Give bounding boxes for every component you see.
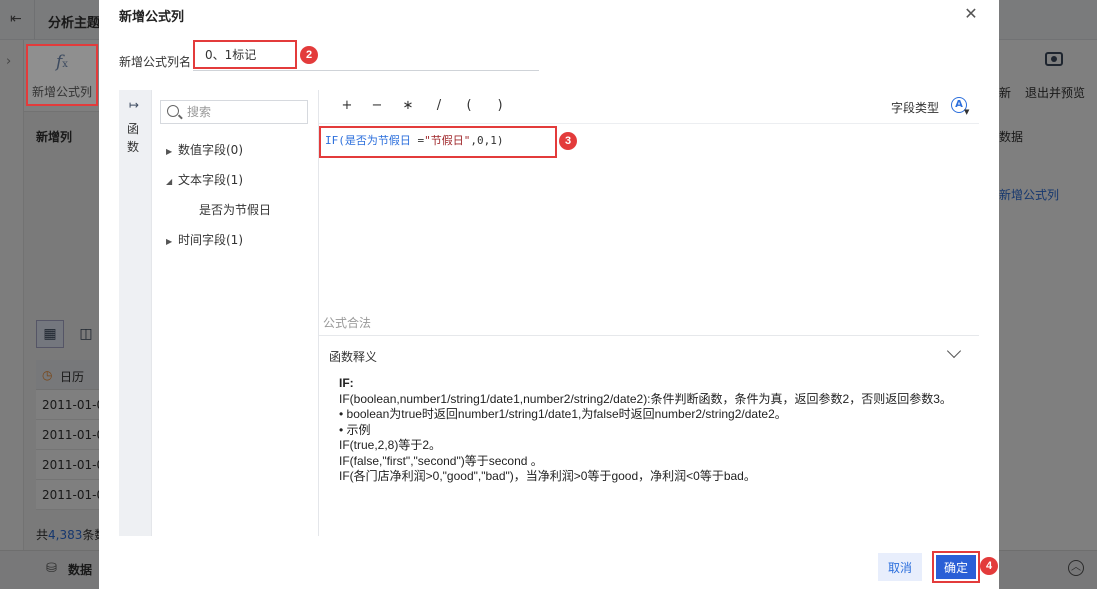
- dialog-title: 新增公式列: [119, 10, 185, 25]
- formula-string: "节假日": [424, 134, 471, 147]
- formula-input[interactable]: IF(是否为节假日 ="节假日",0,1): [319, 126, 557, 158]
- operator-left-paren[interactable]: (: [461, 98, 477, 113]
- formula-function: IF(: [325, 134, 345, 147]
- function-tab[interactable]: ↦ 函数: [119, 90, 152, 536]
- ok-button-highlight: 确定: [932, 551, 980, 583]
- collapsed-triangle-icon: ▶: [166, 147, 173, 156]
- operator-minus[interactable]: −: [369, 98, 385, 113]
- new-formula-column-label: 新增公式列: [31, 85, 92, 99]
- function-desc-body: IF: IF(boolean,number1/string1/date1,num…: [339, 376, 969, 485]
- formula-rest: ,0,1): [470, 134, 504, 147]
- new-formula-column-button[interactable]: fx 新增公式列: [26, 44, 98, 106]
- operator-bar: + − ∗ / ( ) 字段类型 A ▼: [319, 90, 979, 124]
- field-search[interactable]: [160, 100, 308, 124]
- function-tab-label: 函数: [127, 122, 140, 154]
- desc-line: IF:: [339, 376, 354, 390]
- operator-multiply[interactable]: ∗: [400, 98, 416, 113]
- collapsed-triangle-icon: ▶: [166, 237, 173, 246]
- desc-line: IF(false,"first","second")等于second 。: [339, 453, 543, 468]
- desc-line: IF(boolean,number1/string1/date1,number2…: [339, 391, 952, 406]
- ok-button[interactable]: 确定: [936, 555, 976, 579]
- close-icon[interactable]: ✕: [961, 4, 981, 24]
- callout-3: 3: [559, 132, 577, 150]
- operator-right-paren[interactable]: ): [492, 98, 508, 113]
- formula-panel: + − ∗ / ( ) 字段类型 A ▼ IF(是否为节假日 ="节假日",0,…: [318, 90, 979, 536]
- field-type-label: 字段类型: [891, 101, 940, 115]
- operator-divide[interactable]: /: [431, 98, 447, 113]
- callout-2: 2: [300, 46, 318, 64]
- search-icon: [167, 105, 179, 117]
- search-input[interactable]: [187, 103, 305, 121]
- callout-4: 4: [980, 557, 998, 575]
- formula-field: 是否为节假日: [344, 134, 411, 147]
- caret-down-icon[interactable]: ▼: [964, 108, 969, 116]
- expanded-triangle-icon: ◢: [166, 177, 173, 186]
- desc-line: IF(各门店净利润>0,"good","bad")，当净利润>0等于good，净…: [339, 469, 756, 483]
- desc-line: • 示例: [339, 422, 371, 437]
- field-is-holiday[interactable]: 是否为节假日: [199, 201, 271, 218]
- field-panel: ▶ 数值字段(0) ◢ 文本字段(1) 是否为节假日 ▶ 时间字段(1): [152, 90, 318, 536]
- column-name-input[interactable]: [193, 40, 297, 69]
- tree-node-text[interactable]: ◢ 文本字段(1): [166, 171, 243, 188]
- tree-node-label: 时间字段(1): [178, 233, 243, 247]
- tree-node-numeric[interactable]: ▶ 数值字段(0): [166, 141, 243, 158]
- chevron-down-icon[interactable]: [946, 343, 962, 359]
- desc-line: • boolean为true时返回number1/string1/date1,为…: [339, 407, 787, 421]
- tree-node-label: 文本字段(1): [178, 173, 243, 187]
- fx-icon: fx: [56, 52, 68, 72]
- name-underline: [193, 70, 539, 71]
- formula-validity: 公式合法: [323, 316, 372, 330]
- function-desc-header: 函数释义: [329, 350, 378, 364]
- expand-arrow-icon[interactable]: ↦: [129, 98, 139, 112]
- desc-line: IF(true,2,8)等于2。: [339, 438, 442, 452]
- tree-node-label: 数值字段(0): [178, 143, 243, 157]
- formula-editor-area: ↦ 函数 ▶ 数值字段(0) ◢ 文本字段(1) 是否为节假日 ▶ 时间字段(1) +…: [119, 90, 979, 536]
- new-formula-dialog: 新增公式列 ✕ 新增公式列名 ↦ 函数 ▶ 数值字段(0) ◢ 文本字段(1) 是否…: [99, 0, 999, 589]
- operator-plus[interactable]: +: [339, 98, 355, 113]
- cancel-button[interactable]: 取消: [878, 553, 922, 581]
- tree-node-time[interactable]: ▶ 时间字段(1): [166, 231, 243, 248]
- function-description: 函数释义 IF: IF(boolean,number1/string1/date…: [319, 335, 979, 536]
- column-name-label: 新增公式列名: [119, 55, 192, 69]
